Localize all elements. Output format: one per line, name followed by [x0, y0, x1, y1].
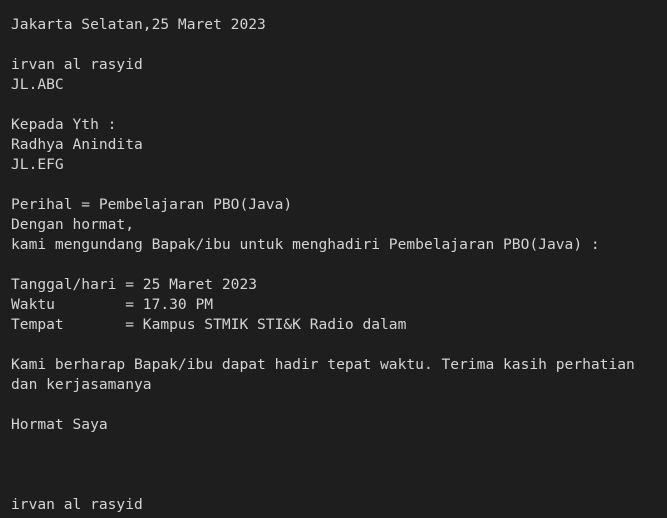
- place-line: Tempat = Kampus STMIK STI&K Radio dalam: [11, 316, 407, 333]
- subject-line: Perihal = Pembelajaran PBO(Java): [11, 196, 293, 213]
- terminal-output: Jakarta Selatan,25 Maret 2023 irvan al r…: [0, 0, 667, 518]
- to-label-line: Kepada Yth :: [11, 116, 117, 133]
- sender-name-line: irvan al rasyid: [11, 56, 143, 73]
- time-line: Waktu = 17.30 PM: [11, 296, 214, 313]
- regards-line: Hormat Saya: [11, 416, 108, 433]
- sender-address-line: JL.ABC: [11, 76, 64, 93]
- recipient-name-line: Radhya Anindita: [11, 136, 143, 153]
- date-line: Tanggal/hari = 25 Maret 2023: [11, 276, 258, 293]
- invitation-line: kami mengundang Bapak/ibu untuk menghadi…: [11, 236, 600, 253]
- closing-line-1: Kami berharap Bapak/ibu dapat hadir tepa…: [11, 356, 635, 373]
- place-date-line: Jakarta Selatan,25 Maret 2023: [11, 16, 266, 33]
- signature-name-line: irvan al rasyid: [11, 496, 143, 513]
- closing-line-2: dan kerjasamanya: [11, 376, 152, 393]
- recipient-address-line: JL.EFG: [11, 156, 64, 173]
- greeting-line: Dengan hormat,: [11, 216, 135, 233]
